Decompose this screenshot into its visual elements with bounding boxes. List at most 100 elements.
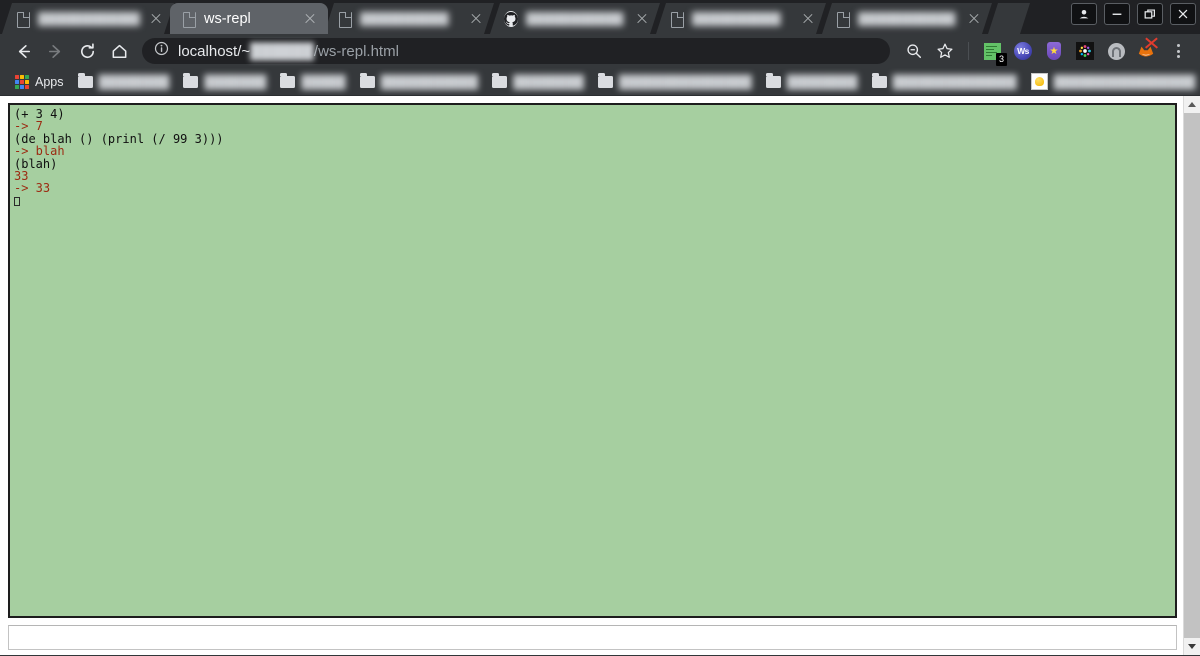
- bookmark-label: ████████: [513, 74, 584, 89]
- extensions-area: 3 Ws ★: [900, 37, 1194, 66]
- github-icon: [504, 11, 518, 27]
- folder-icon: [280, 72, 296, 88]
- tab-strip: ████████████ ws-repl ██████████ ████████…: [0, 0, 1200, 34]
- document-icon: [836, 11, 850, 27]
- bookmark-item[interactable]: ██████████████: [866, 72, 1023, 92]
- bookmark-label: ██████████████: [892, 74, 1017, 89]
- bookmark-item[interactable]: ███████████████: [592, 72, 758, 92]
- reload-button[interactable]: [72, 37, 102, 65]
- back-arrow-icon: [18, 44, 30, 58]
- info-circle-icon[interactable]: [154, 41, 169, 61]
- bookmark-label: █████: [301, 74, 346, 89]
- bookmark-item[interactable]: █████: [274, 72, 351, 92]
- colorful-extension-icon[interactable]: [1071, 37, 1099, 65]
- close-icon: [1178, 9, 1188, 19]
- chrome-menu-icon[interactable]: [1164, 37, 1192, 65]
- bookmark-item[interactable]: ███████████: [354, 72, 484, 92]
- minimize-icon: [1112, 13, 1122, 15]
- scroll-down-button[interactable]: [1184, 638, 1200, 655]
- close-button[interactable]: [1170, 3, 1196, 25]
- fox-extension-disabled-icon[interactable]: [1133, 37, 1161, 65]
- browser-tab[interactable]: ███████████: [822, 3, 992, 34]
- reload-icon: [80, 42, 94, 58]
- window-controls: [1071, 3, 1196, 25]
- bookmark-item[interactable]: ███████: [177, 72, 272, 92]
- document-icon: [182, 11, 196, 28]
- browser-tab[interactable]: ████████████: [2, 3, 174, 34]
- tab-title: ██████████: [360, 11, 449, 26]
- home-button[interactable]: [104, 37, 134, 65]
- back-button[interactable]: [8, 37, 38, 65]
- url-host: localhost/~: [178, 42, 251, 60]
- browser-tab[interactable]: ███████████: [490, 3, 660, 34]
- tab-close-icon[interactable]: [148, 11, 164, 27]
- scroll-up-button[interactable]: [1184, 96, 1200, 113]
- lock-glyph: [1107, 42, 1125, 60]
- browser-tab[interactable]: ██████████: [324, 3, 494, 34]
- browser-tab[interactable]: ██████████: [656, 3, 826, 34]
- document-icon: [670, 11, 684, 27]
- bookmark-star-icon[interactable]: [931, 37, 959, 65]
- colorful-glyph: [1076, 42, 1094, 60]
- tab-title: ███████████: [858, 11, 956, 26]
- chevron-up-icon: [1188, 102, 1196, 107]
- bookmark-label: ████████: [786, 74, 858, 89]
- address-bar[interactable]: localhost/~ ██████/ws-repl.html: [142, 38, 890, 64]
- repl-output-area: (+ 3 4) -> 7 (de blah () (prinl (/ 99 3)…: [8, 103, 1177, 618]
- scrollbar-track[interactable]: [1184, 113, 1200, 638]
- bookmark-item[interactable]: ████████: [486, 72, 590, 92]
- notes-extension-icon[interactable]: 3: [978, 37, 1007, 66]
- bookmark-item[interactable]: ████████: [760, 72, 864, 92]
- repl-line: -> 33: [14, 181, 51, 196]
- url-path: /ws-repl.html: [313, 42, 399, 60]
- bookmark-label: ███████: [204, 74, 267, 89]
- bookmark-label: ███████████████: [618, 74, 752, 89]
- ws-extension-icon[interactable]: Ws: [1009, 37, 1037, 65]
- folder-icon: [492, 72, 508, 88]
- forward-button[interactable]: [40, 37, 70, 65]
- bookmark-label: ████████████████: [1053, 74, 1196, 89]
- bookmarks-bar: Apps ████████ ███████ █████ ███████████ …: [0, 68, 1200, 96]
- tab-close-icon[interactable]: [634, 11, 650, 27]
- person-icon: [1079, 9, 1089, 19]
- page-viewport: (+ 3 4) -> 7 (de blah () (prinl (/ 99 3)…: [0, 96, 1200, 655]
- tab-close-icon[interactable]: [468, 11, 484, 27]
- minimize-button[interactable]: [1104, 3, 1130, 25]
- shield-glyph: ★: [1047, 42, 1061, 60]
- folder-icon: [77, 72, 93, 88]
- profile-button[interactable]: [1071, 3, 1097, 25]
- repl-input-field[interactable]: [8, 625, 1177, 650]
- bookmark-item[interactable]: ████████: [72, 72, 176, 92]
- new-tab-button[interactable]: [988, 3, 1030, 34]
- folder-icon: [765, 72, 781, 88]
- restore-icon: [1144, 9, 1155, 19]
- shield-extension-icon[interactable]: ★: [1040, 37, 1068, 65]
- browser-toolbar: localhost/~ ██████/ws-repl.html 3 Ws ★: [0, 34, 1200, 68]
- repl-page: (+ 3 4) -> 7 (de blah () (prinl (/ 99 3)…: [0, 96, 1183, 655]
- tab-close-icon[interactable]: [302, 11, 318, 27]
- bookmark-label: ███████████: [380, 74, 479, 89]
- document-icon: [16, 11, 30, 27]
- folder-icon: [183, 72, 199, 88]
- menu-dots: [1176, 44, 1180, 58]
- toolbar-divider: [968, 42, 969, 60]
- bookmark-label: ████████: [98, 74, 170, 89]
- tab-title: ████████████: [38, 11, 140, 26]
- bookmark-item[interactable]: ████████████████: [1025, 70, 1200, 93]
- extension-badge-count: 3: [995, 53, 1007, 66]
- home-icon: [112, 44, 126, 58]
- address-bar-url: localhost/~ ██████/ws-repl.html: [178, 43, 399, 60]
- privacy-lock-extension-icon[interactable]: [1102, 37, 1130, 65]
- document-icon: [338, 11, 352, 27]
- apps-grid-icon: [15, 74, 29, 89]
- apps-label: Apps: [35, 74, 64, 89]
- restore-button[interactable]: [1137, 3, 1163, 25]
- tab-close-icon[interactable]: [966, 11, 982, 27]
- forward-arrow-icon: [48, 44, 60, 58]
- apps-shortcut[interactable]: Apps: [9, 72, 70, 92]
- browser-tab-active[interactable]: ws-repl: [170, 3, 328, 34]
- ws-glyph: Ws: [1014, 42, 1032, 60]
- zoom-icon[interactable]: [900, 37, 928, 65]
- tab-close-icon[interactable]: [800, 11, 816, 27]
- page-scrollbar[interactable]: [1183, 96, 1200, 655]
